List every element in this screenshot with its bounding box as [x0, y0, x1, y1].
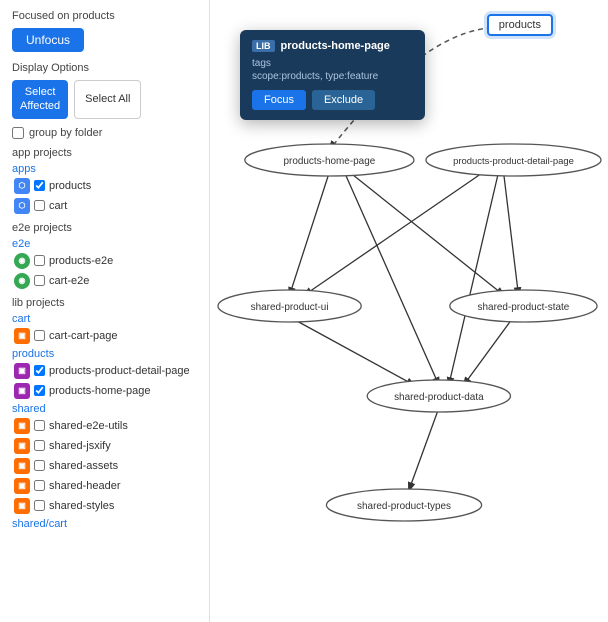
lib-projects-label: lib projects: [12, 297, 197, 309]
sidebar: Focused on products Unfocus Display Opti…: [0, 0, 210, 622]
lib-icon: ▣: [14, 383, 30, 399]
tooltip-header: LIB products-home-page: [252, 40, 413, 52]
shared-assets-checkbox[interactable]: [34, 460, 45, 471]
display-options-label: Display Options: [12, 62, 197, 74]
apps-icon: ⬡: [14, 178, 30, 194]
shared-styles-checkbox[interactable]: [34, 500, 45, 511]
lib-icon: ▣: [14, 438, 30, 454]
lib-icon: ▣: [14, 478, 30, 494]
select-all-button[interactable]: Select All: [74, 80, 141, 119]
list-item: ◉ products-e2e: [12, 253, 197, 269]
project-name: cart: [49, 200, 67, 212]
e2e-icon: ◉: [14, 273, 30, 289]
list-item: ▣ shared-header: [12, 478, 197, 494]
selection-buttons: SelectAffected Select All: [12, 80, 197, 119]
lib-badge: LIB: [252, 40, 275, 52]
project-name: products-product-detail-page: [49, 365, 190, 377]
products-detail-checkbox[interactable]: [34, 365, 45, 376]
graph-area: products-home-page products-product-deta…: [210, 0, 608, 622]
svg-text:products-product-detail-page: products-product-detail-page: [453, 156, 574, 167]
lib-icon: ▣: [14, 418, 30, 434]
list-item: ▣ shared-e2e-utils: [12, 418, 197, 434]
select-affected-button[interactable]: SelectAffected: [12, 80, 68, 119]
focus-button[interactable]: Focus: [252, 90, 306, 110]
shared-e2e-utils-checkbox[interactable]: [34, 420, 45, 431]
project-name: shared-header: [49, 480, 121, 492]
cart-cart-page-checkbox[interactable]: [34, 330, 45, 341]
lib-shared-cart-label: shared/cart: [12, 518, 197, 530]
list-item: ⬡ cart: [12, 198, 197, 214]
tooltip-title: products-home-page: [281, 40, 390, 52]
svg-text:shared-product-ui: shared-product-ui: [251, 302, 329, 313]
project-name: shared-e2e-utils: [49, 420, 128, 432]
group-by-folder-checkbox[interactable]: [12, 127, 24, 139]
svg-text:shared-product-data: shared-product-data: [394, 392, 484, 403]
lib-icon: ▣: [14, 458, 30, 474]
unfocus-button[interactable]: Unfocus: [12, 28, 84, 52]
e2e-projects-label: e2e projects: [12, 222, 197, 234]
exclude-button[interactable]: Exclude: [312, 90, 375, 110]
group-by-folder-row: group by folder: [12, 127, 197, 139]
list-item: ▣ products-home-page: [12, 383, 197, 399]
cart-e2e-checkbox[interactable]: [34, 275, 45, 286]
project-name: products-e2e: [49, 255, 113, 267]
svg-text:products-home-page: products-home-page: [284, 156, 376, 167]
project-name: products: [49, 180, 91, 192]
focused-label: Focused on products: [12, 10, 197, 22]
lib-icon: ▣: [14, 328, 30, 344]
project-name: cart-e2e: [49, 275, 89, 287]
products-app-checkbox[interactable]: [34, 180, 45, 191]
e2e-icon: ◉: [14, 253, 30, 269]
lib-products-section-label: products: [12, 348, 197, 360]
list-item: ⬡ products: [12, 178, 197, 194]
products-node-label: products: [487, 14, 553, 36]
list-item: ▣ shared-styles: [12, 498, 197, 514]
lib-shared-section-label: shared: [12, 403, 197, 415]
cart-app-checkbox[interactable]: [34, 200, 45, 211]
node-tooltip: LIB products-home-page tags scope:produc…: [240, 30, 425, 120]
project-name: shared-assets: [49, 460, 118, 472]
shared-header-checkbox[interactable]: [34, 480, 45, 491]
list-item: ▣ products-product-detail-page: [12, 363, 197, 379]
tags-label: tags: [252, 58, 413, 69]
project-name: products-home-page: [49, 385, 151, 397]
lib-icon: ▣: [14, 498, 30, 514]
project-name: cart-cart-page: [49, 330, 117, 342]
app-projects-label: app projects: [12, 147, 197, 159]
products-node[interactable]: products: [487, 14, 553, 36]
list-item: ▣ shared-jsxify: [12, 438, 197, 454]
list-item: ▣ shared-assets: [12, 458, 197, 474]
group-by-folder-label: group by folder: [29, 127, 102, 139]
list-item: ▣ cart-cart-page: [12, 328, 197, 344]
tooltip-buttons: Focus Exclude: [252, 90, 413, 110]
products-home-checkbox[interactable]: [34, 385, 45, 396]
shared-jsxify-checkbox[interactable]: [34, 440, 45, 451]
project-name: shared-styles: [49, 500, 114, 512]
lib-icon: ▣: [14, 363, 30, 379]
project-name: shared-jsxify: [49, 440, 111, 452]
app-section-label: apps: [12, 163, 197, 175]
svg-text:shared-product-types: shared-product-types: [357, 501, 451, 512]
products-e2e-checkbox[interactable]: [34, 255, 45, 266]
lib-cart-section-label: cart: [12, 313, 197, 325]
e2e-section-label: e2e: [12, 238, 197, 250]
tags-value: scope:products, type:feature: [252, 71, 413, 82]
list-item: ◉ cart-e2e: [12, 273, 197, 289]
apps-icon: ⬡: [14, 198, 30, 214]
svg-text:shared-product-state: shared-product-state: [478, 302, 570, 313]
